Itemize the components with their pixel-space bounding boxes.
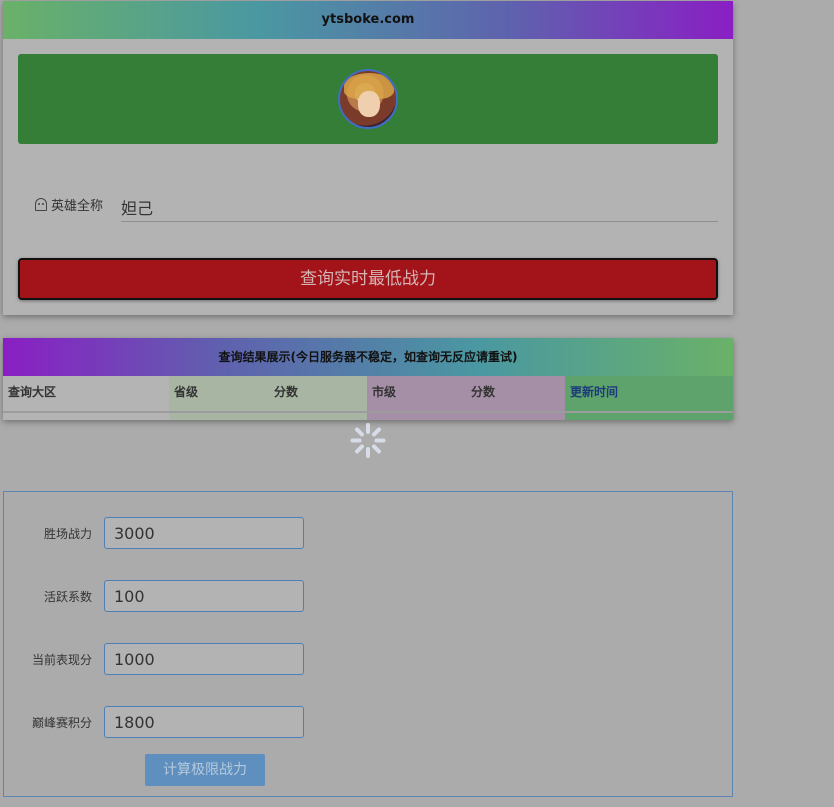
column-header-region: 查询大区 (8, 385, 57, 399)
hero-avatar[interactable] (338, 69, 398, 129)
calculate-max-power-button[interactable]: 计算极限战力 (145, 754, 265, 786)
hero-name-row: 英雄全称 妲己 (35, 189, 720, 223)
column-city: 市级 分数 (367, 376, 565, 420)
hero-banner (18, 54, 718, 144)
calc-row-win-power: 胜场战力 3000 (4, 517, 314, 549)
column-region: 查询大区 (3, 376, 169, 420)
peak-score-label: 巅峰赛积分 (31, 716, 92, 730)
table-cell (3, 411, 169, 420)
power-calculator: 胜场战力 3000 活跃系数 100 当前表现分 1000 巅峰赛积分 1800… (3, 491, 733, 797)
activity-coef-input[interactable]: 100 (104, 580, 304, 612)
column-updated: 更新时间 (565, 376, 733, 420)
ghost-icon (35, 198, 47, 211)
win-power-label: 胜场战力 (43, 527, 92, 541)
performance-score-input[interactable]: 1000 (104, 643, 304, 675)
site-title: ytsboke.com (3, 1, 733, 39)
activity-coef-label: 活跃系数 (43, 590, 92, 604)
results-title: 查询结果展示(今日服务器不稳定，如查询无反应请重试) (3, 338, 733, 376)
results-card: 查询结果展示(今日服务器不稳定，如查询无反应请重试) 查询大区 省级 分数 市级… (3, 338, 733, 420)
loading-spinner-icon (350, 423, 385, 458)
table-cell (169, 411, 367, 420)
column-header-city-score: 分数 (471, 385, 496, 399)
results-table: 查询大区 省级 分数 市级 分数 更新时间 (3, 376, 733, 420)
column-header-province: 省级 (174, 385, 199, 399)
hero-name-label-wrap: 英雄全称 (35, 195, 103, 214)
column-province: 省级 分数 (169, 376, 367, 420)
table-cell (565, 411, 733, 420)
column-header-city: 市级 (372, 385, 397, 399)
calc-row-performance: 当前表现分 1000 (4, 643, 314, 675)
performance-score-label: 当前表现分 (31, 653, 92, 667)
calc-row-activity: 活跃系数 100 (4, 580, 314, 612)
win-power-input[interactable]: 3000 (104, 517, 304, 549)
column-header-province-score: 分数 (274, 385, 299, 399)
peak-score-input[interactable]: 1800 (104, 706, 304, 738)
calc-row-peak: 巅峰赛积分 1800 (4, 706, 314, 738)
query-min-power-button[interactable]: 查询实时最低战力 (18, 258, 718, 300)
table-cell (367, 411, 565, 420)
hero-name-input[interactable]: 妲己 (121, 189, 718, 222)
hero-query-card: ytsboke.com 英雄全称 妲己 查询实时最低战力 (3, 1, 733, 315)
column-header-updated: 更新时间 (570, 385, 619, 399)
hero-name-label: 英雄全称 (51, 199, 104, 214)
